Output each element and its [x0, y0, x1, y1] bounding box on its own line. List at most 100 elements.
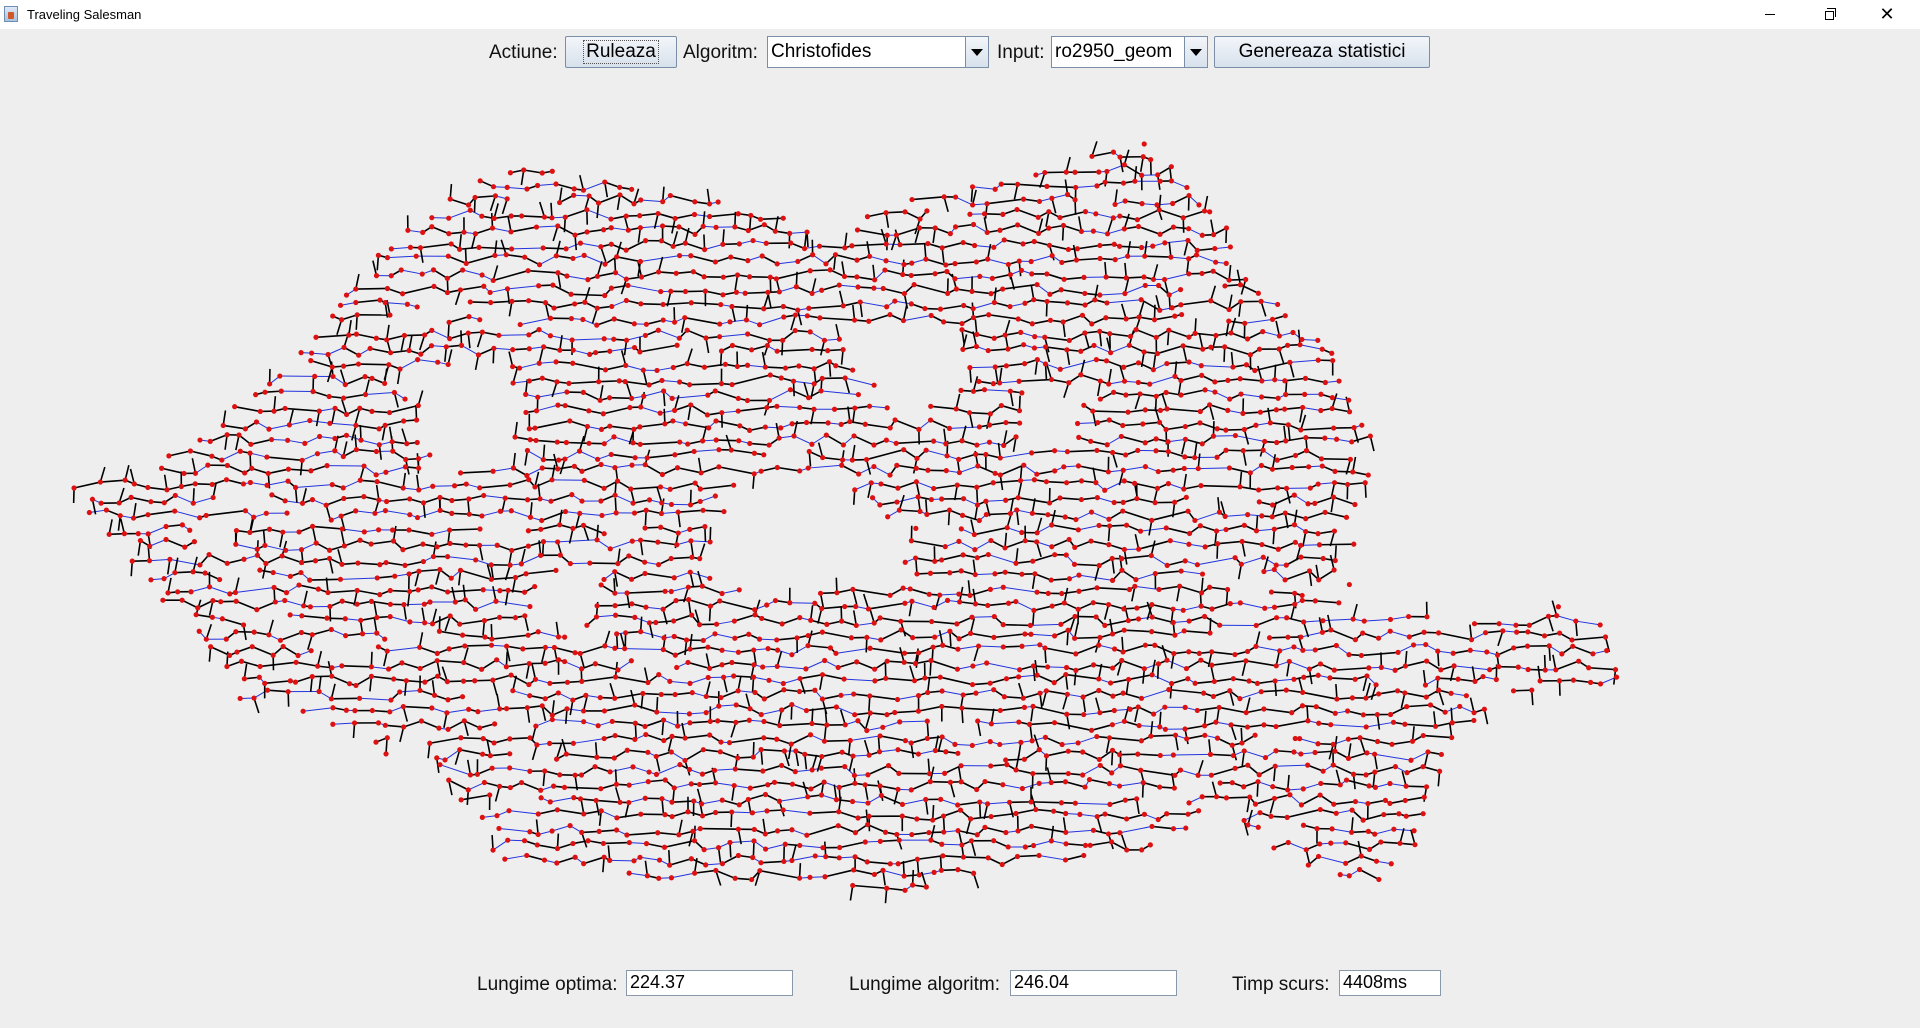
city-node [247, 529, 253, 535]
tour-edge [385, 561, 406, 567]
tour-edge [1359, 868, 1380, 881]
city-node [627, 404, 633, 411]
tour-edge [940, 676, 973, 686]
tour-edge [943, 321, 963, 325]
tour-edge [720, 751, 738, 759]
city-node [1004, 525, 1010, 531]
city-node [1052, 468, 1058, 474]
city-node [847, 418, 853, 425]
city-node [1052, 448, 1058, 454]
tour-edge [836, 706, 855, 716]
tour-edge [1270, 422, 1289, 426]
algorithm-select[interactable]: Christofides [767, 36, 989, 68]
city-node [580, 187, 587, 193]
city-node [602, 367, 609, 373]
city-node [1151, 317, 1158, 323]
city-node [1208, 344, 1214, 350]
tour-edge [674, 213, 695, 220]
tour-edge [776, 269, 811, 280]
city-node [854, 257, 860, 263]
city-node [868, 480, 874, 486]
city-node [943, 262, 949, 268]
tour-edge [806, 706, 837, 712]
generate-stats-button[interactable]: Genereaza statistici [1214, 36, 1430, 68]
tour-edge [984, 826, 1007, 834]
city-node [1020, 241, 1026, 247]
minimize-button[interactable] [1747, 0, 1793, 29]
city-node [445, 253, 451, 259]
tour-edge [897, 858, 918, 865]
city-node [1211, 232, 1217, 238]
tour-edge [564, 661, 582, 670]
tour-edge [340, 577, 378, 580]
city-node [1106, 516, 1112, 522]
tour-edge [781, 616, 801, 625]
tour-edge [869, 647, 905, 654]
city-node [282, 498, 288, 504]
close-button[interactable]: ✕ [1864, 0, 1910, 29]
city-node [1300, 404, 1306, 411]
tour-edge [1049, 244, 1069, 251]
tour-edge [719, 600, 755, 611]
city-node [1142, 253, 1148, 259]
tour-edge [264, 680, 291, 685]
tour-edge [1074, 540, 1092, 549]
city-node [539, 170, 545, 176]
city-node [1015, 316, 1021, 322]
tour-edge [1123, 164, 1143, 176]
tour-edge [1255, 797, 1275, 805]
run-button[interactable]: Ruleaza [565, 36, 677, 68]
city-node [825, 420, 831, 426]
city-node [343, 411, 350, 418]
city-node [836, 282, 842, 288]
city-node [722, 361, 728, 367]
city-node [406, 527, 412, 533]
close-icon: ✕ [1879, 3, 1895, 25]
city-node [391, 389, 397, 396]
city-node [623, 337, 630, 343]
tour-edge [579, 450, 598, 460]
tour-edge [418, 568, 440, 573]
input-select[interactable]: ro2950_geom [1051, 36, 1208, 68]
city-node [1303, 448, 1310, 454]
tour-edge [941, 705, 962, 709]
tour-edge [884, 269, 903, 276]
city-node [1185, 237, 1191, 244]
tour-edge [822, 673, 845, 680]
tour-edge [557, 809, 584, 815]
chevron-down-icon[interactable] [965, 37, 988, 67]
chevron-down-icon[interactable] [1184, 37, 1207, 67]
tour-edge [1091, 723, 1113, 732]
city-node [264, 454, 270, 460]
city-node [1192, 454, 1198, 461]
city-node [430, 267, 437, 273]
city-node [1318, 456, 1325, 462]
tour-edge [1196, 254, 1216, 263]
city-node [613, 510, 619, 516]
city-node [527, 437, 533, 443]
city-node [927, 417, 934, 423]
tour-edge [389, 404, 419, 414]
tour-edge [1158, 585, 1180, 591]
tour-edge [1095, 213, 1114, 219]
tour-edge [879, 617, 901, 623]
tour-edge [505, 497, 528, 501]
tour-edge [759, 869, 800, 879]
tour-edge [208, 553, 228, 565]
city-node [479, 213, 485, 219]
tour-edge [572, 362, 606, 371]
city-node [960, 496, 967, 502]
city-node [535, 394, 541, 400]
tour-edge [1406, 704, 1431, 708]
city-node [563, 246, 569, 252]
tour-edge [603, 841, 630, 845]
restore-button[interactable] [1806, 0, 1852, 29]
tour-edge [511, 510, 531, 518]
tour-edge [673, 614, 692, 622]
city-node [1170, 200, 1176, 207]
city-node [525, 528, 532, 534]
tour-edge [1204, 615, 1221, 626]
city-node [190, 500, 196, 506]
city-node [1196, 202, 1202, 208]
tour-edge [256, 601, 276, 611]
